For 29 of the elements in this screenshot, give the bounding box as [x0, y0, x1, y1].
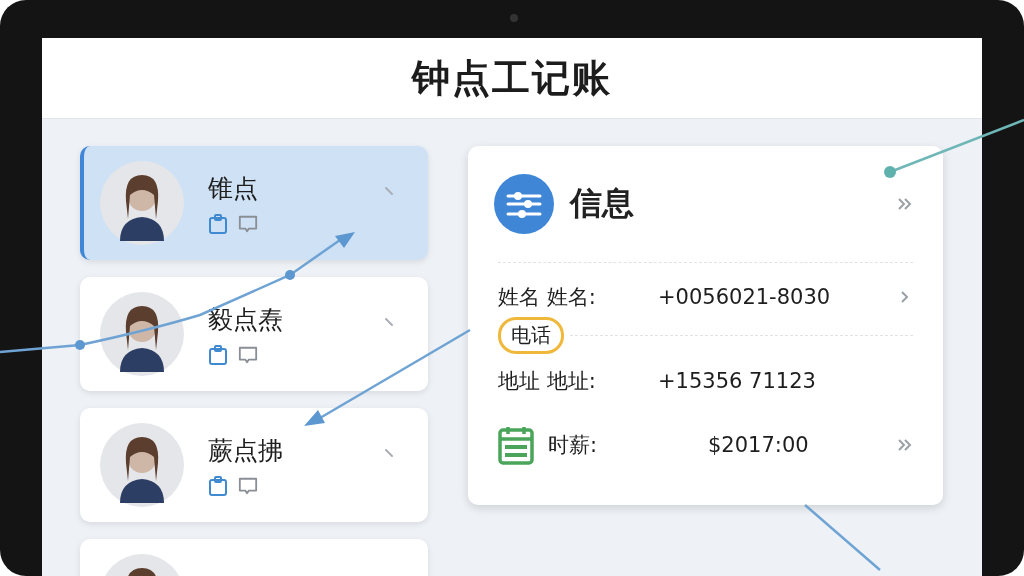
field-value: +15356 71123 [658, 369, 817, 393]
field-label: 姓名 姓名: [498, 284, 597, 311]
app-title: 钟点工记账 [412, 54, 612, 102]
worker-name: 锥点 [208, 172, 258, 205]
field-label: 地址 地址: [498, 368, 597, 395]
drag-mark-icon [384, 317, 394, 327]
worker-name: 毅点焘 [208, 303, 283, 336]
worker-card[interactable]: 蕨点拂 [80, 408, 428, 522]
camera-dot [510, 14, 518, 22]
sliders-icon [494, 174, 554, 234]
info-title: 信息 [570, 183, 635, 224]
avatar-icon [100, 423, 184, 507]
avatar-icon [100, 292, 184, 376]
field-value: $2017:00 [708, 433, 810, 457]
clipboard-icon[interactable] [208, 474, 228, 497]
avatar-icon [100, 161, 184, 245]
drag-mark-icon [384, 448, 394, 458]
drag-mark-icon [384, 186, 394, 196]
clipboard-icon[interactable] [208, 343, 228, 366]
double-chevron-icon[interactable] [897, 438, 913, 452]
double-chevron-icon[interactable] [897, 197, 913, 211]
phone-tag[interactable]: 电话 [498, 317, 564, 354]
calendar-icon [498, 425, 534, 465]
worker-card[interactable]: 锥点 [80, 146, 428, 260]
worker-card[interactable]: 毅点焘 [80, 277, 428, 391]
field-label: 时薪: [548, 432, 599, 459]
clipboard-icon[interactable] [208, 212, 228, 235]
field-value: +0056021-8030 [658, 285, 832, 309]
worker-name: 蕨点拂 [208, 434, 283, 467]
